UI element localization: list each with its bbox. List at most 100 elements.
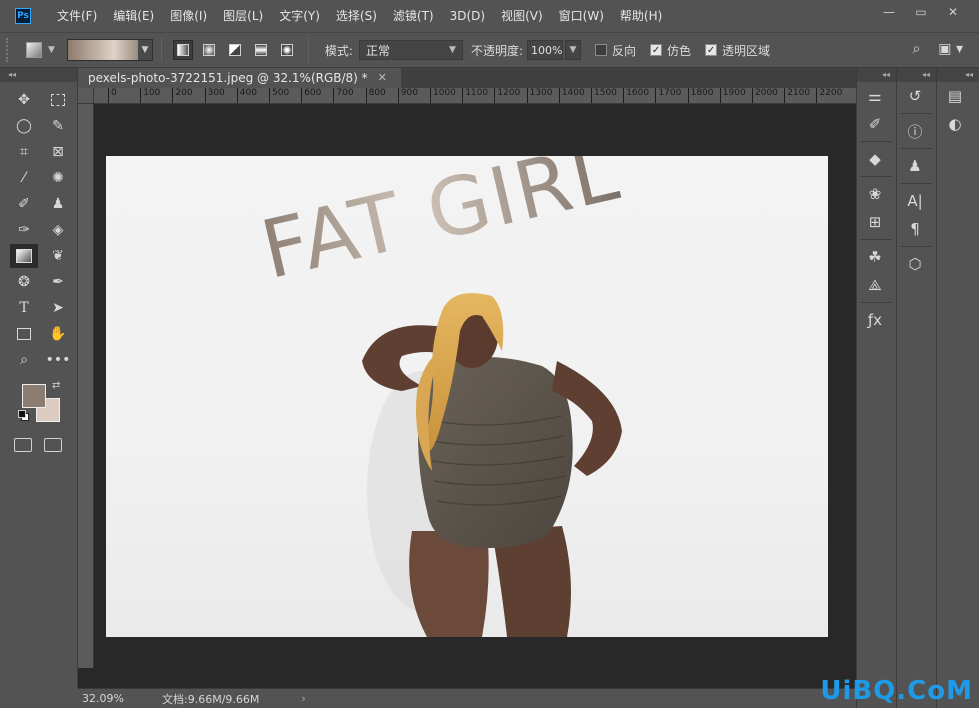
ruler-tick: 800 (365, 88, 386, 103)
type-tool[interactable]: T (10, 296, 38, 320)
divider (901, 246, 932, 247)
eraser-tool[interactable]: ◈ (44, 218, 72, 242)
libraries-panel-icon[interactable]: ▤ (937, 82, 973, 110)
menu-select[interactable]: 选择(S) (328, 0, 385, 32)
quick-selection-tool[interactable]: ✎ (44, 114, 72, 138)
radial-gradient-button[interactable] (199, 40, 219, 60)
marquee-tool[interactable] (44, 88, 72, 112)
document-tab-title: pexels-photo-3722151.jpeg @ 32.1%(RGB/8)… (88, 71, 368, 85)
grid-panel-icon[interactable]: ⊞ (857, 208, 893, 236)
lasso-icon: ◯ (16, 118, 32, 134)
gradient-icon (16, 249, 32, 263)
divider (901, 113, 932, 114)
restore-icon: ▭ (915, 5, 927, 19)
more-icon: ••• (45, 352, 71, 368)
eyedropper-icon: ⁄ (22, 170, 26, 186)
foreground-color[interactable] (22, 384, 46, 408)
vertical-ruler[interactable] (78, 104, 94, 668)
panel-collapse-icon[interactable]: ◂◂ (897, 68, 936, 82)
chevron-down-icon[interactable]: ▼ (48, 45, 55, 55)
ruler-origin[interactable] (78, 88, 94, 104)
document-tab[interactable]: pexels-photo-3722151.jpeg @ 32.1%(RGB/8)… (78, 68, 401, 88)
options-bar-grip[interactable] (6, 38, 12, 62)
eyedropper-tool[interactable]: ⁄ (10, 166, 38, 190)
lasso-tool[interactable]: ◯ (10, 114, 38, 138)
photoshop-logo: Ps (15, 8, 31, 24)
blend-mode-select[interactable]: 正常 ▼ (358, 40, 463, 60)
dodge-tool[interactable]: ❂ (10, 270, 38, 294)
linear-gradient-button[interactable] (172, 40, 193, 60)
opacity-slider-toggle[interactable]: ▼ (565, 40, 582, 60)
character-panel-icon[interactable]: A| (897, 187, 933, 215)
hand-tool[interactable]: ✋ (44, 322, 72, 346)
clone-source-panel-icon[interactable]: ♟ (897, 152, 933, 180)
menu-view[interactable]: 视图(V) (493, 0, 551, 32)
brush-tool[interactable]: ✐ (10, 192, 38, 216)
dither-checkbox[interactable]: ✓ (650, 44, 663, 56)
styles-panel-icon[interactable]: ƒx (857, 306, 893, 334)
paths-panel-icon[interactable]: ⟁ (857, 271, 893, 299)
gradient-dropdown-chevron-icon[interactable]: ▼ (137, 40, 152, 60)
adjustments-panel-icon[interactable]: ◐ (937, 110, 973, 138)
properties-panel-icon[interactable]: ⚌ (857, 82, 893, 110)
3d-panel-icon[interactable]: ⬡ (897, 250, 933, 278)
clone-stamp-tool[interactable]: ♟ (44, 192, 72, 216)
swatches-panel-icon[interactable]: ❀ (857, 180, 893, 208)
menu-file[interactable]: 文件(F) (49, 0, 105, 32)
menu-edit[interactable]: 编辑(E) (105, 0, 162, 32)
screen-mode-icon[interactable] (44, 438, 62, 452)
menu-3d[interactable]: 3D(D) (442, 0, 493, 32)
history-panel-icon[interactable]: ↺ (897, 82, 933, 110)
search-icon[interactable]: ⌕ (912, 41, 920, 57)
crop-tool[interactable]: ⌗ (10, 140, 38, 164)
info-panel-icon[interactable]: ⓘ (897, 117, 933, 145)
panel-collapse-icon[interactable]: ◂◂ (857, 68, 896, 82)
reflected-gradient-button[interactable] (251, 40, 271, 60)
menu-layer[interactable]: 图层(L) (215, 0, 271, 32)
path-selection-tool[interactable]: ➤ (44, 296, 72, 320)
pen-tool[interactable]: ✒ (44, 270, 72, 294)
blur-tool[interactable]: ❦ (44, 244, 72, 268)
angle-gradient-icon (228, 44, 241, 56)
paragraph-panel-icon[interactable]: ¶ (897, 215, 933, 243)
menu-help[interactable]: 帮助(H) (612, 0, 670, 32)
canvas-image[interactable]: FAT GIRL (106, 156, 828, 637)
menu-type[interactable]: 文字(Y) (271, 0, 328, 32)
move-tool[interactable]: ✥ (10, 88, 38, 112)
panel-collapse-icon[interactable]: ◂◂ (937, 68, 979, 82)
rectangle-tool[interactable] (10, 322, 38, 346)
gradient-tool[interactable] (10, 244, 38, 268)
zoom-level[interactable]: 32.09% (78, 692, 130, 705)
zoom-tool[interactable]: ⌕ (10, 348, 38, 372)
quick-mask-icon[interactable] (14, 438, 32, 452)
channels-panel-icon[interactable]: ☘ (857, 243, 893, 271)
tool-preset-picker[interactable] (26, 42, 42, 58)
swap-colors-icon[interactable]: ⇄ (52, 380, 60, 391)
close-button[interactable]: ✕ (937, 2, 969, 22)
close-tab-icon[interactable]: ✕ (378, 68, 387, 88)
menu-window[interactable]: 窗口(W) (551, 0, 612, 32)
angle-gradient-button[interactable] (225, 40, 245, 60)
tools-panel-collapse-icon[interactable]: ◂◂ (0, 68, 77, 82)
more-tools[interactable]: ••• (44, 348, 72, 372)
frame-tool[interactable]: ⊠ (44, 140, 72, 164)
opacity-input[interactable]: 100% (527, 40, 564, 60)
brush-settings-panel-icon[interactable]: ✐ (857, 110, 893, 138)
ruler-tick: 2200 (816, 88, 842, 103)
workspace-icon[interactable]: ▣ ▾ (938, 41, 963, 57)
default-colors-icon[interactable] (18, 410, 29, 421)
history-brush-tool[interactable]: ✑ (10, 218, 38, 242)
panel-dock-1: ◂◂ ⚌ ✐ ◆ ❀ ⊞ ☘ ⟁ ƒx (856, 68, 896, 708)
gradient-preview[interactable]: ▼ (66, 39, 153, 61)
spot-healing-tool[interactable]: ✺ (44, 166, 72, 190)
menu-filter[interactable]: 滤镜(T) (385, 0, 442, 32)
layers-panel-icon[interactable]: ◆ (857, 145, 893, 173)
transparency-checkbox[interactable]: ✓ (705, 44, 718, 56)
minimize-button[interactable]: — (873, 2, 905, 22)
reverse-checkbox[interactable] (595, 44, 608, 56)
menu-image[interactable]: 图像(I) (162, 0, 215, 32)
status-menu-arrow-icon[interactable]: › (301, 692, 305, 705)
horizontal-ruler[interactable]: 0 100 200 300 400 500 600 700 800 900 1000 1100 1200… (94, 88, 856, 104)
diamond-gradient-button[interactable] (277, 40, 297, 60)
restore-button[interactable]: ▭ (905, 2, 937, 22)
